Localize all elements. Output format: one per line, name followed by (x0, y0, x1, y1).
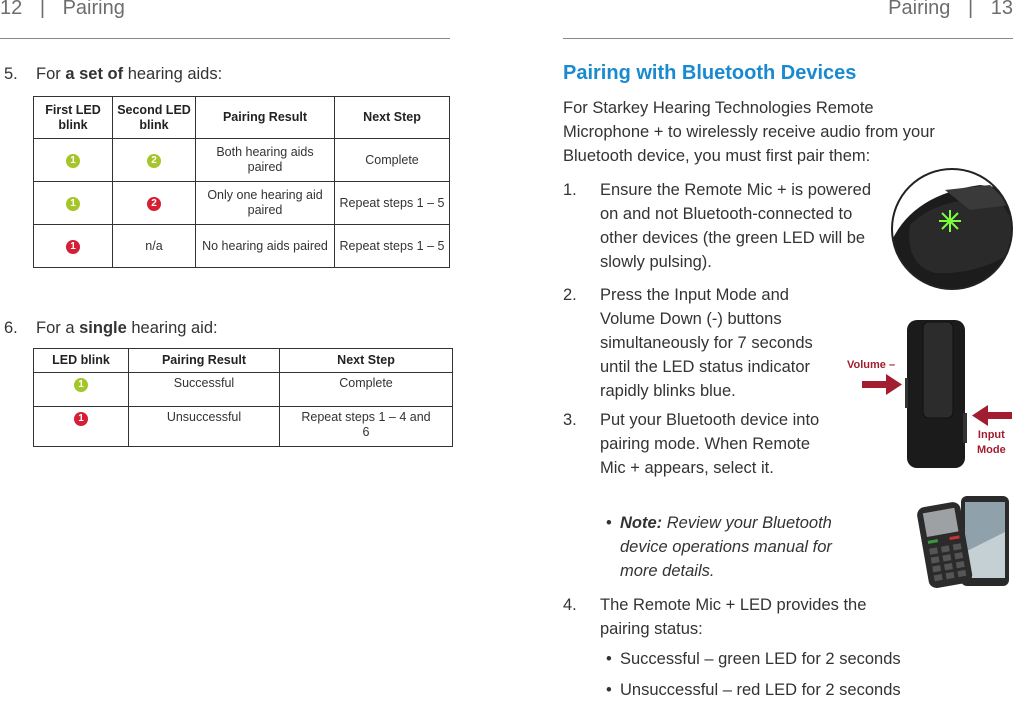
page-number: 13 (990, 0, 1013, 19)
section-title: Pairing (62, 0, 125, 19)
step-number: 5. (4, 65, 18, 83)
status-bullet-failure: • Unsuccessful – red LED for 2 seconds (606, 678, 901, 702)
step-number: 4. (563, 596, 577, 614)
bullet-text: Successful – green LED for 2 seconds (620, 650, 901, 668)
section-heading: Pairing with Bluetooth Devices (563, 62, 857, 84)
right-page-header: Pairing | 13 (888, 0, 1013, 20)
led-badge-green: 1 (66, 197, 80, 211)
bluetooth-phones-image (917, 496, 1009, 588)
step-number: 3. (563, 411, 577, 429)
header-separator: | (39, 0, 46, 19)
table-row: 1 Unsuccessful Repeat steps 1 – 4 and 6 (33, 406, 453, 447)
led-badge-green: 2 (147, 154, 161, 168)
bullet: • (606, 650, 612, 668)
led-cell: 1 (33, 406, 129, 447)
column-header: Pairing Result (195, 96, 335, 139)
volume-down-callout: Volume – (847, 359, 896, 371)
step-text: The Remote Mic + LED provides the pairin… (600, 596, 867, 638)
led-cell: 1 (33, 372, 129, 407)
note-bullet: • (606, 514, 612, 532)
step-6: 6. For a single hearing aid: (4, 316, 218, 340)
led-badge-red: 1 (66, 240, 80, 254)
callout-line: Mode (977, 444, 1006, 456)
bullet: • (606, 681, 612, 699)
single-pairing-table: LED blink Pairing Result Next Step 1 Suc… (33, 348, 453, 447)
step-text: hearing aid: (126, 319, 218, 337)
input-mode-arrow-icon (972, 405, 1012, 426)
pairing-result: No hearing aids paired (195, 224, 335, 268)
first-led-cell: 1 (33, 224, 113, 268)
page-number: 12 (0, 0, 23, 19)
header-separator: | (967, 0, 974, 19)
column-header: First LED blink (33, 96, 113, 139)
step-5: 5. For a set of hearing aids: (4, 62, 222, 86)
next-step: Repeat steps 1 – 5 (334, 224, 450, 268)
step-text: Press the Input Mode and Volume Down (-)… (600, 286, 813, 400)
step-number: 6. (4, 319, 18, 337)
pairing-result: Successful (128, 372, 280, 407)
callout-line: Input (977, 429, 1005, 441)
next-step: Complete (334, 138, 450, 182)
volume-arrow-icon (862, 374, 902, 395)
step-2: 2. Press the Input Mode and Volume Down … (563, 283, 848, 403)
step-4: 4. The Remote Mic + LED provides the pai… (563, 593, 903, 641)
led-badge-red: 2 (147, 197, 161, 211)
green-led-icon (939, 210, 961, 232)
next-step: Repeat steps 1 – 5 (334, 181, 450, 225)
second-led-cell: 2 (112, 181, 196, 225)
table-header-row: First LED blink Second LED blink Pairing… (33, 96, 450, 139)
step-1: 1. Ensure the Remote Mic + is powered on… (563, 178, 883, 274)
table-row: 1 Successful Complete (33, 372, 453, 407)
step-text: For a (36, 319, 80, 337)
column-header: Next Step (334, 96, 450, 139)
table-row: 1 2 Both hearing aids paired Complete (33, 138, 450, 182)
table-header-row: LED blink Pairing Result Next Step (33, 348, 453, 373)
header-divider (0, 38, 450, 39)
pairing-result: Only one hearing aid paired (195, 181, 335, 225)
column-header: Pairing Result (128, 348, 280, 373)
input-mode-callout: Input Mode (977, 428, 1006, 458)
second-led-cell: 2 (112, 138, 196, 182)
pairing-result: Both hearing aids paired (195, 138, 335, 182)
next-step: Complete (279, 372, 453, 407)
step-3: 3. Put your Bluetooth device into pairin… (563, 408, 833, 480)
step-number: 1. (563, 181, 577, 199)
note: • Note: Review your Bluetooth device ope… (606, 511, 866, 583)
first-led-cell: 1 (33, 138, 113, 182)
step-text: For (36, 65, 66, 83)
led-badge-green: 1 (66, 154, 80, 168)
second-led-cell: n/a (112, 224, 196, 268)
column-header: Next Step (279, 348, 453, 373)
next-step: Repeat steps 1 – 4 and 6 (279, 406, 453, 447)
step-bold-text: a set of (65, 65, 124, 83)
note-label: Note: (620, 514, 663, 532)
led-badge-red: 1 (74, 412, 88, 426)
column-header: Second LED blink (112, 96, 196, 139)
first-led-cell: 1 (33, 181, 113, 225)
step-number: 2. (563, 286, 577, 304)
pairing-result: Unsuccessful (128, 406, 280, 447)
table-row: 1 n/a No hearing aids paired Repeat step… (33, 224, 450, 268)
column-header: LED blink (33, 348, 129, 373)
status-bullet-success: • Successful – green LED for 2 seconds (606, 647, 901, 671)
section-title: Pairing (888, 0, 951, 19)
step-text: hearing aids: (123, 65, 223, 83)
bullet-text: Unsuccessful – red LED for 2 seconds (620, 681, 901, 699)
step-text: Ensure the Remote Mic + is powered on an… (600, 181, 872, 271)
intro-paragraph: For Starkey Hearing Technologies Remote … (563, 99, 935, 165)
led-badge-green: 1 (74, 378, 88, 392)
remote-mic-led-closeup-image (891, 168, 1013, 290)
remote-mic-side-image (905, 320, 967, 468)
step-text: Put your Bluetooth device into pairing m… (600, 411, 820, 477)
header-divider (563, 38, 1013, 39)
step-bold-text: single (79, 319, 127, 337)
set-pairing-table: First LED blink Second LED blink Pairing… (33, 96, 450, 268)
left-page-header: 12 | Pairing (0, 0, 125, 20)
table-row: 1 2 Only one hearing aid paired Repeat s… (33, 181, 450, 225)
